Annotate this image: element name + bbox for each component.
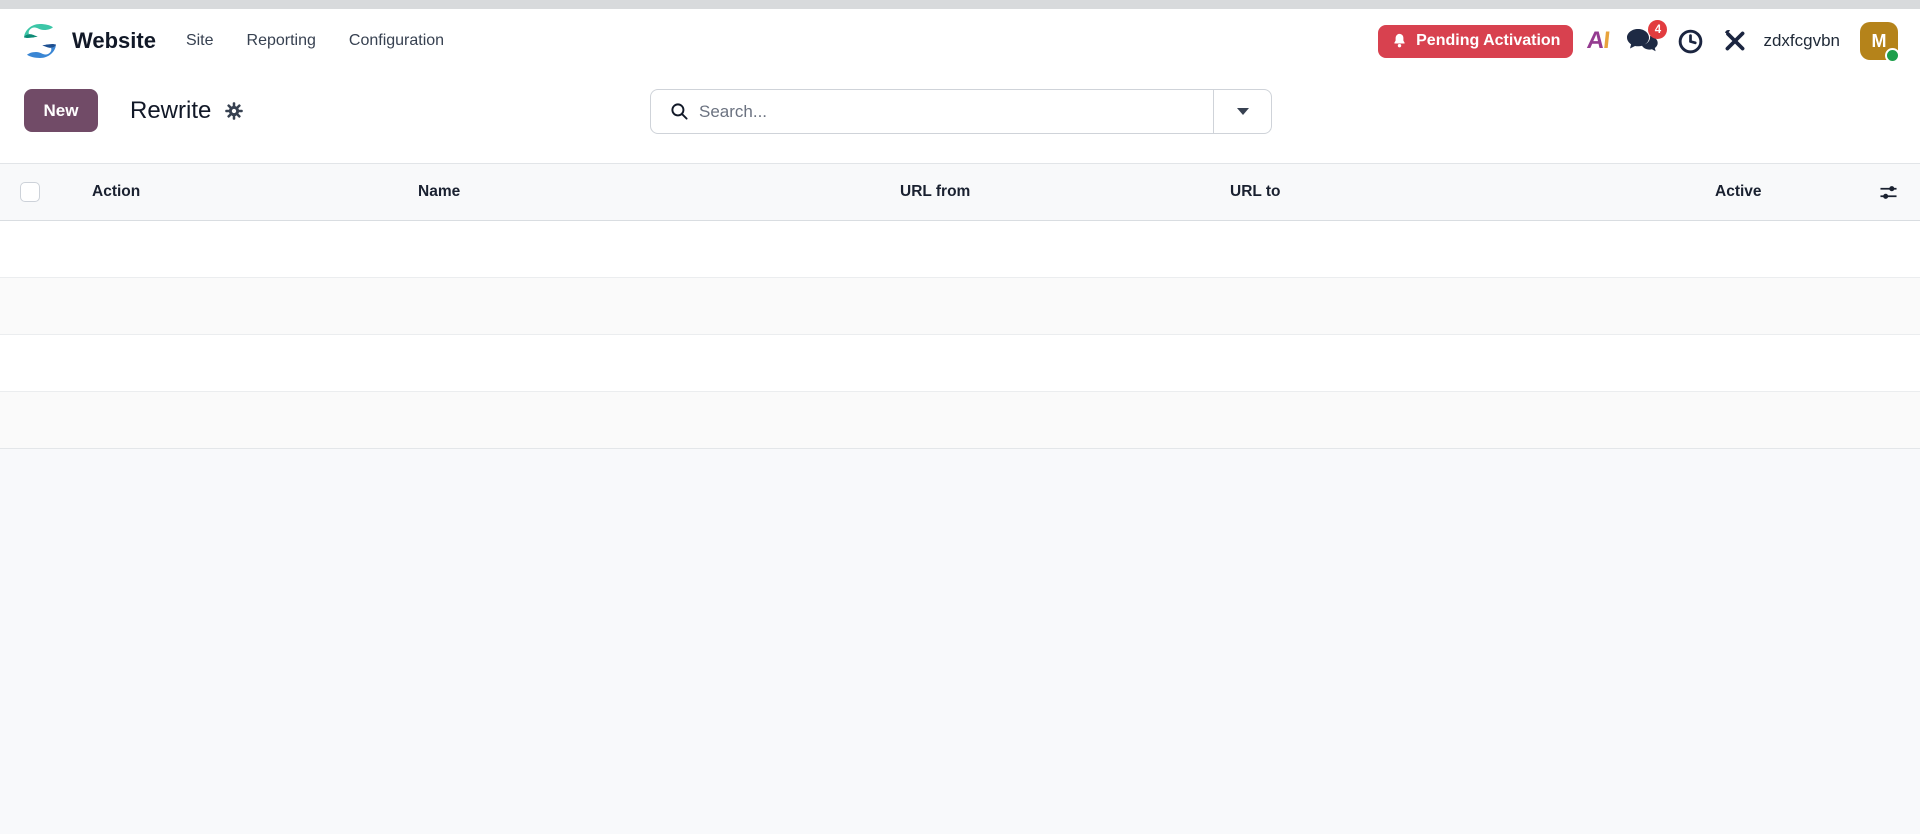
search-dropdown-toggle[interactable] xyxy=(1213,90,1271,133)
activities-clock-icon[interactable] xyxy=(1677,28,1704,55)
search-bar xyxy=(650,89,1272,134)
new-button[interactable]: New xyxy=(24,89,98,132)
systray: Pending Activation AI 4 zdxfcgvbn M xyxy=(1378,20,1900,63)
page-title: Rewrite xyxy=(130,96,212,124)
table-row[interactable] xyxy=(0,335,1920,392)
menu-item-site[interactable]: Site xyxy=(186,32,214,50)
caret-down-icon xyxy=(1236,108,1249,115)
messages-icon[interactable]: 4 xyxy=(1625,20,1668,56)
ai-icon[interactable]: AI xyxy=(1586,27,1611,54)
user-avatar[interactable]: M xyxy=(1860,22,1900,63)
column-header-name[interactable]: Name xyxy=(400,164,880,220)
search-input[interactable] xyxy=(699,101,1213,122)
main-navbar: Website Site Reporting Configuration Pen… xyxy=(0,9,1920,73)
avatar-initial: M xyxy=(1871,30,1887,51)
column-header-url-from[interactable]: URL from xyxy=(880,164,1210,220)
username[interactable]: zdxfcgvbn xyxy=(1763,31,1840,51)
pending-activation-label: Pending Activation xyxy=(1416,32,1561,49)
bell-icon xyxy=(1391,32,1408,50)
top-edge-strip xyxy=(0,0,1920,9)
pending-activation-button[interactable]: Pending Activation xyxy=(1378,24,1574,58)
menu-item-configuration[interactable]: Configuration xyxy=(349,32,444,50)
column-header-active[interactable]: Active xyxy=(1700,164,1860,220)
page-background xyxy=(0,449,1920,834)
website-logo[interactable] xyxy=(21,22,59,60)
control-panel: New Rewrite xyxy=(0,73,1920,163)
column-header-url-to[interactable]: URL to xyxy=(1210,164,1700,220)
app-name[interactable]: Website xyxy=(72,28,156,54)
column-header-action[interactable]: Action xyxy=(56,164,400,220)
table-row[interactable] xyxy=(0,221,1920,278)
table-header: Action Name URL from URL to Active xyxy=(0,163,1920,221)
gear-icon[interactable] xyxy=(224,101,244,121)
online-status-dot xyxy=(1885,48,1900,63)
table-row[interactable] xyxy=(0,392,1920,449)
menu-item-reporting[interactable]: Reporting xyxy=(247,32,316,50)
search-icon xyxy=(670,102,689,121)
select-all-checkbox[interactable] xyxy=(20,182,40,202)
table-row[interactable] xyxy=(0,278,1920,335)
messages-count-badge: 4 xyxy=(1648,20,1668,39)
app-menu: Site Reporting Configuration xyxy=(186,32,477,50)
tools-icon[interactable] xyxy=(1722,28,1748,54)
optional-columns-sliders-icon[interactable] xyxy=(1860,164,1920,220)
table-body xyxy=(0,221,1920,449)
